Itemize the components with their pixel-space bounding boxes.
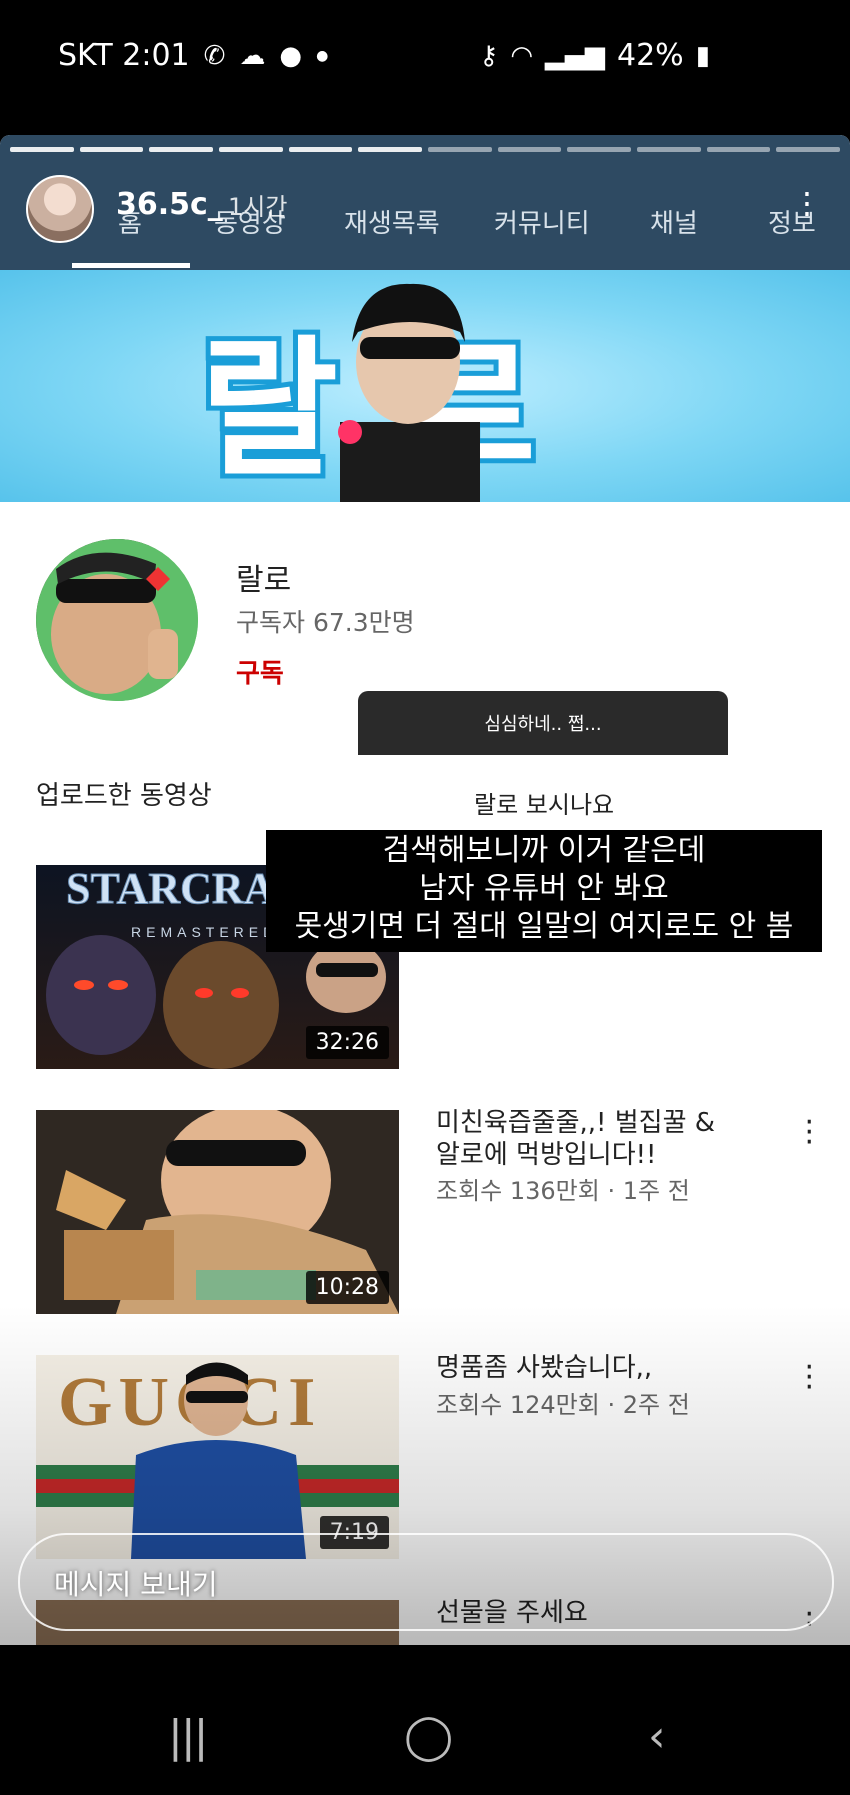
video-duration: 10:28 (305, 1271, 389, 1304)
story-time: 1시간 (228, 193, 288, 221)
banner-person-image (338, 283, 480, 502)
system-nav-bar: ||| ◯ ‹ (0, 1645, 850, 1795)
status-bar: SKT 2:01 ✆ ☁ ● ● ⚷ ◠ ▂▄▆ 42% ▮ (0, 0, 850, 110)
reply-message-input[interactable]: 메시지 보내기 (18, 1533, 834, 1631)
channel-avatar-image (36, 539, 198, 701)
back-icon[interactable]: ‹ (648, 1711, 666, 1762)
weather-icon: ☁ (239, 40, 266, 71)
video-more-icon[interactable]: · · · (804, 1353, 814, 1403)
video-title-2[interactable]: 미친육즙줄줄,,! 벌집꿀 & 알로에 먹방입니다!! (436, 1107, 746, 1171)
status-right: ⚷ ◠ ▂▄▆ 42% ▮ (479, 38, 710, 73)
story-progress-bars (10, 147, 841, 152)
video-meta-3: 조회수 124만회 · 2주 전 (436, 1391, 690, 1419)
channel-banner: 랄로 (0, 270, 850, 502)
video-meta-2: 조회수 136만회 · 1주 전 (436, 1177, 690, 1205)
missed-call-icon: ✆ (203, 40, 226, 71)
status-left: SKT 2:01 ✆ ☁ ● ● (58, 38, 328, 73)
video-duration: 32:26 (305, 1026, 389, 1059)
thumb-sub-text: REMASTERED (131, 924, 278, 940)
video-thumbnail-3[interactable]: GUCCI 7:19 (36, 1355, 399, 1559)
video-more-icon[interactable]: · · · (804, 1108, 814, 1158)
chat-icon: ● (279, 40, 303, 71)
story-more-icon[interactable]: · · · (802, 178, 812, 230)
tab-playlists[interactable]: 재생목록 (344, 203, 440, 240)
answer-line-1: 검색해보니까 이거 같은데 (382, 833, 706, 868)
channel-name: 랄로 (236, 563, 292, 598)
battery-level: 42% (617, 38, 684, 73)
uploads-section-title: 업로드한 동영상 (36, 781, 212, 811)
channel-tab-header: 홈 동영상 재생목록 커뮤니티 채널 정보 36.5c_ 1시간 · · · (0, 135, 850, 270)
recent-apps-icon[interactable]: ||| (168, 1711, 209, 1762)
answer-line-3: 못생기면 더 절대 일말의 여지로도 안 봄 (294, 909, 794, 944)
home-icon[interactable]: ◯ (404, 1711, 453, 1762)
story-username[interactable]: 36.5c_ (116, 187, 223, 222)
tab-community[interactable]: 커뮤니티 (494, 203, 590, 240)
carrier-time: SKT 2:01 (58, 38, 190, 73)
tab-channels[interactable]: 채널 (650, 203, 698, 240)
answer-line-2: 남자 유튜버 안 봐요 (419, 871, 669, 906)
overlay-answer: 검색해보니까 이거 같은데 남자 유튜버 안 봐요 못생기면 더 절대 일말의 … (266, 830, 822, 952)
overlay-message-box: 심심하네.. 쩝... (358, 691, 728, 755)
key-icon: ⚷ (479, 40, 499, 71)
reply-placeholder: 메시지 보내기 (54, 1568, 218, 1601)
battery-icon: ▮ (695, 40, 710, 71)
story-frame: 홈 동영상 재생목록 커뮤니티 채널 정보 36.5c_ 1시간 · · · 랄로 (0, 135, 850, 1645)
dot-icon: ● (316, 47, 329, 64)
channel-avatar[interactable] (36, 539, 198, 701)
active-tab-underline (72, 263, 190, 268)
subscriber-count: 구독자 67.3만명 (236, 608, 415, 637)
wifi-icon: ◠ (510, 40, 533, 71)
overlay-question: 랄로 보시나요 (474, 791, 615, 819)
video-title-3[interactable]: 명품좀 사봤습니다,, (436, 1352, 746, 1384)
story-user-avatar[interactable] (26, 175, 94, 243)
signal-icon: ▂▄▆ (545, 40, 605, 71)
video-thumbnail-2[interactable]: 10:28 (36, 1110, 399, 1314)
subscribe-button[interactable]: 구독 (236, 653, 284, 690)
